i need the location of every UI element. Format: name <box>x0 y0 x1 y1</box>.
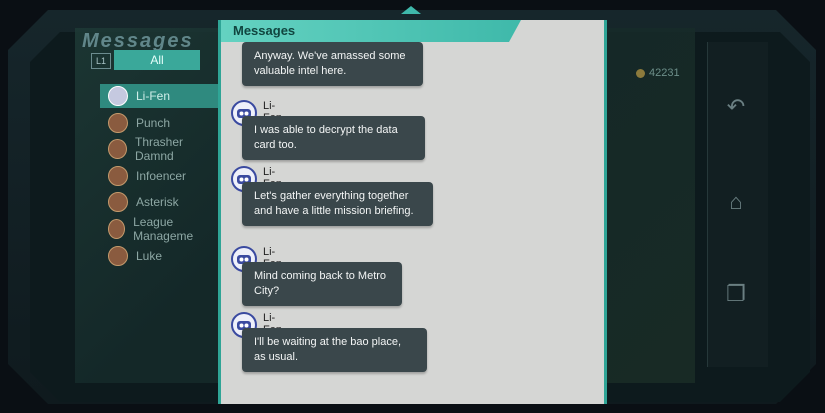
contact-item[interactable]: Infoencer <box>100 164 220 188</box>
contact-label: League Manageme <box>133 214 194 243</box>
contact-item[interactable]: Thrasher Damnd <box>100 135 220 164</box>
contact-label: Luke <box>136 248 163 263</box>
back-arrow-icon[interactable]: ↶ <box>722 93 750 121</box>
message-bubble: Mind coming back to Metro City? <box>242 262 402 306</box>
avatar <box>108 112 128 133</box>
avatar <box>108 139 127 160</box>
messages-dialog: Messages Anyway. We've amassed some valu… <box>218 20 607 404</box>
message-bubble: Anyway. We've amassed some valuable inte… <box>242 42 423 86</box>
contact-label: Infoencer <box>136 168 187 183</box>
contact-list: Li-Fen Punch Thrasher Damnd Infoencer As… <box>100 84 220 270</box>
l1-hint: L1 <box>91 53 111 69</box>
avatar <box>108 245 128 266</box>
filter-all-button[interactable]: All <box>114 50 200 70</box>
top-notch <box>401 6 421 14</box>
contact-label: Asterisk <box>136 195 179 210</box>
contact-item[interactable]: Li-Fen <box>100 84 220 108</box>
window-icon[interactable]: ❐ <box>722 280 750 308</box>
avatar <box>108 192 128 213</box>
home-icon[interactable]: ⌂ <box>722 188 750 216</box>
contact-item[interactable]: Asterisk <box>100 190 220 214</box>
contact-item[interactable]: Punch <box>100 111 220 135</box>
contact-item[interactable]: League Manageme <box>100 214 220 243</box>
avatar <box>108 86 128 106</box>
message-bubble: I was able to decrypt the data card too. <box>242 116 425 160</box>
message-bubble: Let's gather everything together and hav… <box>242 182 433 226</box>
dialog-title: Messages <box>233 23 296 38</box>
message-bubble: I'll be waiting at the bao place, as usu… <box>242 328 427 372</box>
contact-item[interactable]: Luke <box>100 244 220 268</box>
contact-label: Thrasher Damnd <box>135 135 184 164</box>
avatar <box>108 165 128 186</box>
contact-label: Punch <box>136 115 171 130</box>
avatar <box>108 218 126 239</box>
coin-counter: 42231 <box>636 67 680 79</box>
coin-value: 42231 <box>649 67 680 79</box>
coin-icon <box>636 68 645 78</box>
contact-label: Li-Fen <box>136 89 171 103</box>
